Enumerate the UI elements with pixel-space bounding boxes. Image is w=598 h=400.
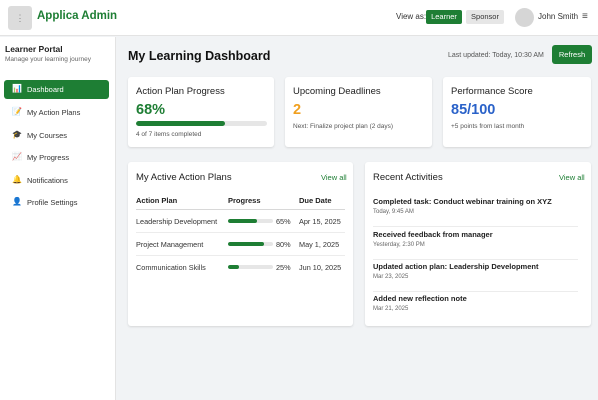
row-progress-bar (228, 242, 273, 246)
role-learner-button[interactable]: Learner (426, 10, 462, 24)
sidebar-item-label: My Progress (27, 153, 70, 162)
due-date: Apr 15, 2025 (299, 217, 341, 226)
action-plan-progress-card: Action Plan Progress 68% 4 of 7 items co… (128, 77, 274, 147)
activity-item[interactable]: Received feedback from manager Yesterday… (373, 230, 578, 260)
graduation-cap-icon: 🎓 (12, 130, 22, 139)
menu-icon[interactable]: ≡ (582, 11, 588, 22)
sidebar-item-notifications[interactable]: 🔔 Notifications (4, 171, 109, 190)
section-title: Recent Activities (373, 172, 443, 183)
view-as-label: View as: (396, 12, 427, 21)
user-icon: 👤 (12, 197, 22, 206)
stat-subtitle: 4 of 7 items completed (136, 131, 202, 138)
progress-bar-fill (136, 121, 226, 126)
activity-title: Received feedback from manager (373, 230, 493, 239)
row-progress-bar (228, 219, 273, 223)
refresh-button[interactable]: Refresh (552, 45, 592, 64)
sidebar-title: Learner Portal (5, 44, 63, 54)
bell-icon: 🔔 (12, 175, 22, 184)
activity-time: Today, 9:45 AM (373, 209, 414, 215)
view-all-plans-link[interactable]: View all (321, 173, 347, 182)
progress-bar (136, 121, 267, 126)
stat-subtitle: Next: Finalize project plan (2 days) (293, 123, 394, 130)
stat-title: Performance Score (451, 86, 533, 97)
sidebar-item-action-plans[interactable]: 📝 My Action Plans (4, 103, 109, 122)
table-row[interactable]: Communication Skills 25% Jun 10, 2025 (136, 256, 345, 279)
sidebar: Learner Portal Manage your learning jour… (0, 37, 116, 400)
trend-up-icon: 📈 (12, 152, 22, 161)
activity-title: Added new reflection note (373, 294, 467, 303)
row-progress-fill (228, 265, 240, 269)
activity-item[interactable]: Completed task: Conduct webinar training… (373, 197, 578, 227)
memo-icon: 📝 (12, 107, 22, 116)
activity-item[interactable]: Updated action plan: Leadership Developm… (373, 262, 578, 292)
sidebar-item-label: Profile Settings (27, 198, 78, 207)
avatar[interactable] (515, 8, 534, 27)
activity-time: Yesterday, 2:30 PM (373, 242, 425, 248)
stat-value: 68% (136, 102, 166, 118)
last-updated-text: Last updated: Today, 10:30 AM (448, 52, 544, 59)
activity-title: Updated action plan: Leadership Developm… (373, 262, 539, 271)
sidebar-item-dashboard[interactable]: 📊 Dashboard (4, 80, 109, 99)
table-row[interactable]: Project Management 80% May 1, 2025 (136, 233, 345, 256)
stat-value: 85/100 (451, 102, 496, 118)
sidebar-item-progress[interactable]: 📈 My Progress (4, 148, 109, 167)
due-date: Jun 10, 2025 (299, 263, 342, 272)
stat-title: Action Plan Progress (136, 86, 225, 97)
stat-title: Upcoming Deadlines (293, 86, 381, 97)
sidebar-subtitle: Manage your learning journey (5, 56, 91, 63)
plan-name[interactable]: Communication Skills (136, 263, 206, 272)
table-row[interactable]: Leadership Development 65% Apr 15, 2025 (136, 210, 345, 233)
action-plans-panel: My Active Action Plans View all Action P… (128, 162, 353, 326)
sidebar-item-label: My Action Plans (27, 108, 81, 117)
progress-percent: 25% (276, 263, 291, 272)
stat-value: 2 (293, 102, 302, 118)
stat-subtitle: +5 points from last month (451, 123, 525, 130)
activity-title: Completed task: Conduct webinar training… (373, 197, 552, 206)
column-header-progress: Progress (228, 196, 261, 205)
chart-icon: 📊 (12, 84, 22, 93)
activity-time: Mar 21, 2025 (373, 306, 409, 312)
progress-percent: 65% (276, 217, 291, 226)
sidebar-item-label: My Courses (27, 131, 68, 140)
role-sponsor-button[interactable]: Sponsor (466, 10, 504, 24)
sidebar-item-label: Notifications (27, 176, 68, 185)
activity-item[interactable]: Added new reflection note Mar 21, 2025 (373, 294, 578, 324)
row-progress-fill (228, 242, 264, 246)
progress-percent: 80% (276, 240, 291, 249)
section-title: My Active Action Plans (136, 172, 232, 183)
activity-time: Mar 23, 2025 (373, 274, 409, 280)
recent-activities-panel: Recent Activities View all Completed tas… (365, 162, 591, 326)
top-bar: ⋮ Applica Admin View as: Learner Sponsor… (0, 0, 598, 36)
sidebar-item-courses[interactable]: 🎓 My Courses (4, 126, 109, 145)
sidebar-item-label: Dashboard (27, 85, 64, 94)
plan-name[interactable]: Leadership Development (136, 217, 217, 226)
column-header-action-plan: Action Plan (136, 196, 178, 205)
plan-name[interactable]: Project Management (136, 240, 203, 249)
view-all-activities-link[interactable]: View all (559, 173, 585, 182)
due-date: May 1, 2025 (299, 240, 340, 249)
page-title: My Learning Dashboard (128, 49, 271, 63)
app-title[interactable]: Applica Admin (37, 10, 117, 22)
user-name[interactable]: John Smith (538, 12, 578, 21)
column-header-due-date: Due Date (299, 196, 332, 205)
sidebar-item-profile-settings[interactable]: 👤 Profile Settings (4, 193, 109, 212)
logo-icon[interactable]: ⋮ (8, 6, 32, 30)
performance-score-card: Performance Score 85/100 +5 points from … (443, 77, 591, 147)
row-progress-bar (228, 265, 273, 269)
row-progress-fill (228, 219, 258, 223)
upcoming-deadlines-card: Upcoming Deadlines 2 Next: Finalize proj… (285, 77, 432, 147)
